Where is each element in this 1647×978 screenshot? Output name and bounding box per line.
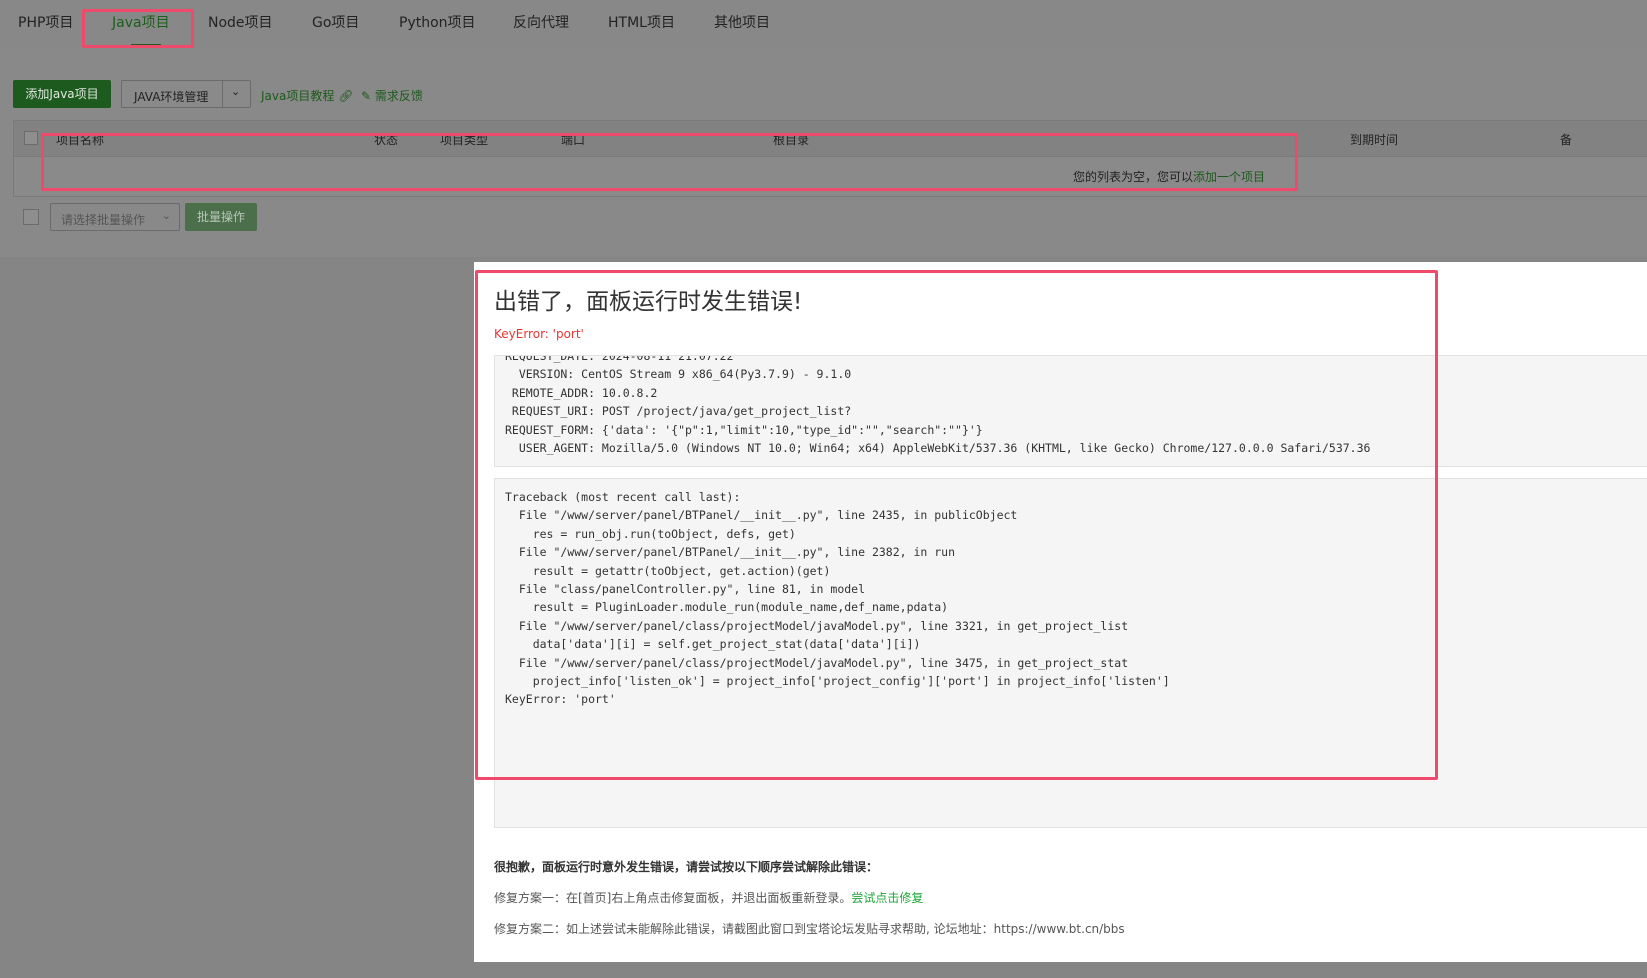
- java-tutorial-link[interactable]: Java项目教程 🔗︎: [261, 87, 353, 104]
- highlight-project-table: [41, 133, 1298, 191]
- java-env-label: JAVA环境管理: [134, 90, 209, 104]
- col-expire-time[interactable]: 到期时间: [1350, 131, 1398, 148]
- tab-node[interactable]: Node项目: [208, 12, 273, 32]
- project-tabs: PHP项目 Java项目 Node项目 Go项目 Python项目 反向代理 H…: [0, 0, 1647, 47]
- tab-go[interactable]: Go项目: [312, 12, 359, 32]
- highlight-java-tab: [82, 9, 194, 48]
- tab-php[interactable]: PHP项目: [18, 12, 73, 32]
- chevron-down-icon[interactable]: ⌄: [231, 85, 240, 98]
- link-icon: 🔗︎: [338, 89, 354, 103]
- error-sorry-text: 很抱歉，面板运行时意外发生错误，请尝试按以下顺序尝试解除此错误：: [494, 860, 879, 874]
- tab-reverse-proxy[interactable]: 反向代理: [513, 12, 569, 32]
- col-remark: 备: [1560, 133, 1573, 147]
- batch-operation-select[interactable]: 请选择批量操作 ⌄: [50, 203, 180, 231]
- feedback-label: 需求反馈: [374, 89, 423, 103]
- java-tutorial-label: Java项目教程: [261, 89, 335, 103]
- tab-python[interactable]: Python项目: [399, 12, 476, 32]
- fix-option-one-text: 修复方案一：在[首页]右上角点击修复面板，并退出面板重新登录。: [494, 891, 852, 905]
- dropdown-divider: [222, 81, 223, 107]
- chevron-down-icon: ⌄: [161, 209, 171, 222]
- page: PHP项目 Java项目 Node项目 Go项目 Python项目 反向代理 H…: [0, 0, 1647, 978]
- batch-operation-button[interactable]: 批量操作: [185, 203, 257, 231]
- add-java-project-button[interactable]: 添加Java项目: [13, 80, 111, 108]
- fix-option-one: 修复方案一：在[首页]右上角点击修复面板，并退出面板重新登录。尝试点击修复: [494, 889, 923, 906]
- select-all-checkbox[interactable]: [24, 131, 38, 145]
- batch-select-placeholder: 请选择批量操作: [61, 213, 146, 227]
- feedback-link[interactable]: ✎ 需求反馈: [361, 87, 423, 104]
- batch-select-checkbox[interactable]: [23, 209, 39, 225]
- try-repair-link[interactable]: 尝试点击修复: [851, 891, 923, 905]
- fix-option-two: 修复方案二：如上述尝试未能解除此错误，请截图此窗口到宝塔论坛发贴寻求帮助, 论坛…: [494, 922, 1125, 936]
- java-env-dropdown[interactable]: JAVA环境管理 ⌄: [121, 80, 251, 108]
- edit-icon: ✎: [361, 89, 372, 103]
- tab-other[interactable]: 其他项目: [714, 12, 770, 32]
- highlight-error-panel: [475, 270, 1438, 780]
- tab-html[interactable]: HTML项目: [608, 12, 675, 32]
